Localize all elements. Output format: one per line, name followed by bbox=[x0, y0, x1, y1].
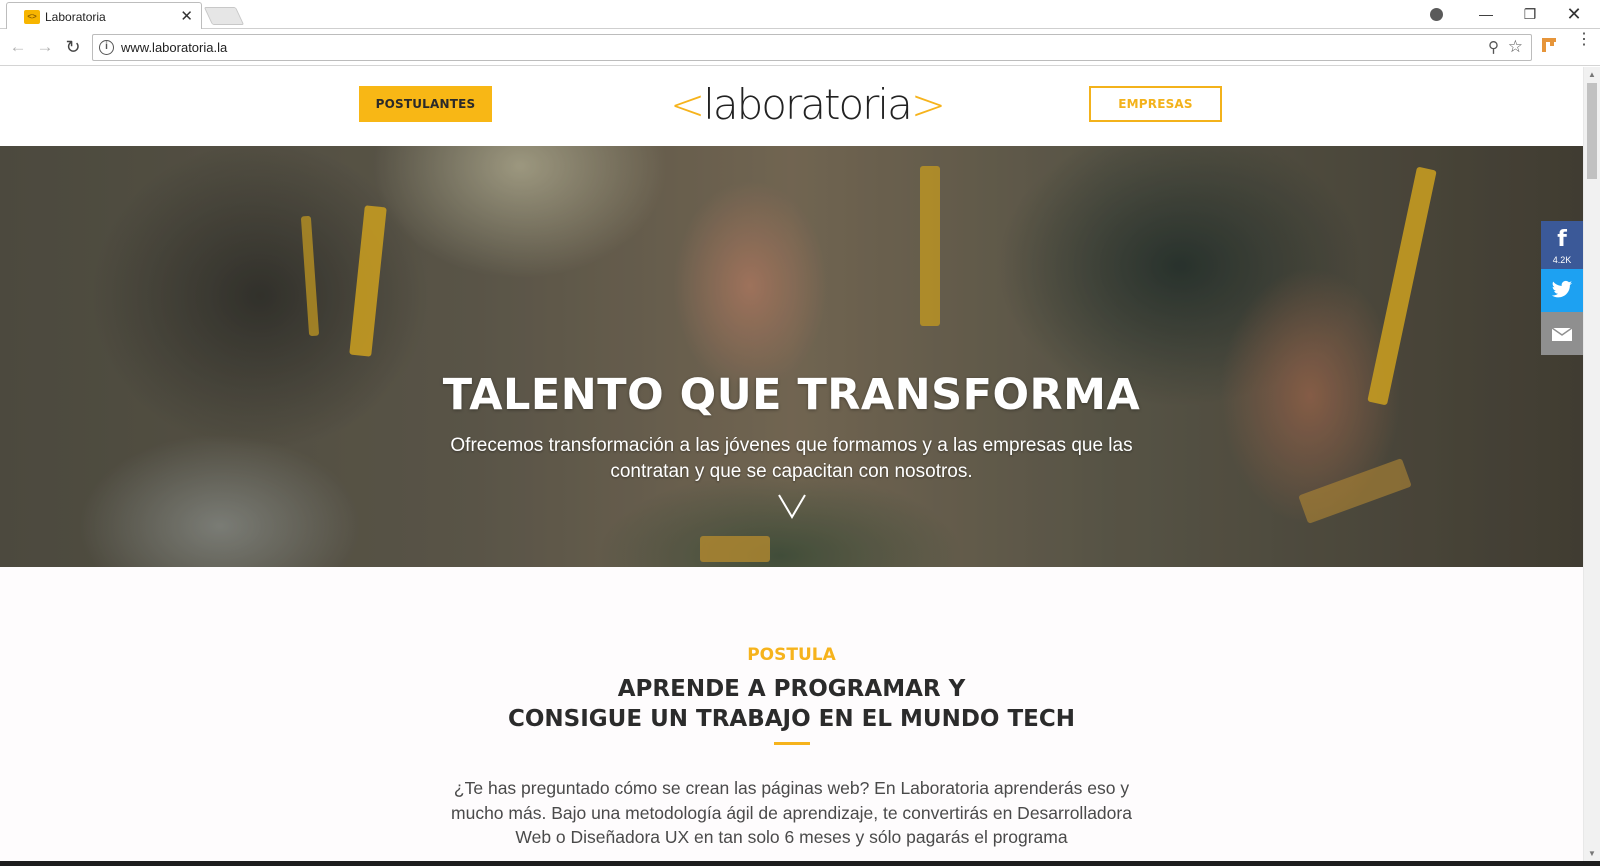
tab-title: Laboratoria bbox=[45, 10, 106, 24]
close-window-button[interactable]: ✕ bbox=[1552, 2, 1596, 26]
twitter-bird-icon bbox=[1551, 280, 1573, 298]
logo-bracket-close: > bbox=[910, 80, 946, 129]
profile-icon bbox=[1429, 8, 1443, 21]
restore-button[interactable]: ❐ bbox=[1508, 2, 1552, 26]
logo-bracket-open: < bbox=[670, 80, 705, 129]
hero-subtitle: Ofrecemos transformación a las jóvenes q… bbox=[450, 435, 1133, 482]
envelope-icon bbox=[1551, 327, 1573, 341]
tab-strip: <> Laboratoria ✕ — ❐ ✕ bbox=[0, 0, 1600, 30]
section-kicker: POSTULA bbox=[747, 645, 836, 665]
twitter-share-button[interactable] bbox=[1541, 269, 1583, 312]
new-tab-button[interactable] bbox=[203, 7, 245, 25]
accent-divider bbox=[774, 742, 810, 745]
facebook-icon: f bbox=[1557, 227, 1567, 252]
email-share-button[interactable] bbox=[1541, 312, 1583, 355]
back-button[interactable]: ← bbox=[6, 35, 30, 59]
extension-icon[interactable] bbox=[1542, 38, 1558, 54]
bookmark-star-icon[interactable]: ☆ bbox=[1508, 37, 1523, 57]
scroll-down-icon[interactable]: ▼ bbox=[1588, 849, 1596, 858]
facebook-share-count: 4.2K bbox=[1552, 255, 1572, 265]
headline-line-1: APRENDE A PROGRAMAR Y bbox=[617, 676, 966, 702]
page-viewport: POSTULANTES <laboratoria> EMPRESAS TALEN… bbox=[0, 67, 1583, 861]
os-taskbar bbox=[0, 861, 1600, 866]
postulantes-button[interactable]: POSTULANTES bbox=[359, 86, 492, 122]
url-text[interactable]: www.laboratoria.la bbox=[121, 40, 227, 55]
logo-text: laboratoria bbox=[703, 80, 913, 129]
scroll-up-icon[interactable]: ▲ bbox=[1588, 70, 1596, 79]
tab-close-icon[interactable]: ✕ bbox=[180, 7, 193, 25]
section-headline: APRENDE A PROGRAMAR Y CONSIGUE UN TRABAJ… bbox=[0, 674, 1583, 734]
browser-tab[interactable]: <> Laboratoria ✕ bbox=[6, 2, 202, 30]
empresas-button[interactable]: EMPRESAS bbox=[1089, 86, 1222, 122]
hero-title: TALENTO QUE TRANSFORMA bbox=[442, 370, 1141, 420]
site-info-icon[interactable]: i bbox=[99, 40, 114, 55]
laboratoria-favicon-icon: <> bbox=[24, 10, 40, 24]
facebook-share-button[interactable]: f 4.2K bbox=[1541, 221, 1583, 269]
section-body: ¿Te has preguntado cómo se crean las pág… bbox=[451, 778, 1132, 847]
laboratoria-logo[interactable]: <laboratoria> bbox=[670, 80, 946, 130]
scroll-thumb[interactable] bbox=[1587, 83, 1597, 179]
browser-menu-icon[interactable]: ⋮ bbox=[1574, 32, 1594, 48]
zoom-icon[interactable]: ⚲ bbox=[1488, 38, 1499, 56]
chevron-down-icon[interactable] bbox=[775, 491, 809, 521]
page-scrollbar[interactable]: ▲ ▼ bbox=[1583, 67, 1600, 861]
profile-button[interactable] bbox=[1414, 2, 1458, 26]
address-bar[interactable]: i www.laboratoria.la ⚲ ☆ bbox=[92, 34, 1532, 61]
headline-line-2: CONSIGUE UN TRABAJO EN EL MUNDO TECH bbox=[508, 706, 1075, 732]
browser-toolbar: ← → ↻ i www.laboratoria.la ⚲ ☆ ⋮ bbox=[0, 29, 1600, 66]
forward-button[interactable]: → bbox=[33, 35, 57, 59]
hero-banner: TALENTO QUE TRANSFORMA Ofrecemos transfo… bbox=[0, 146, 1583, 567]
site-header: POSTULANTES <laboratoria> EMPRESAS bbox=[0, 67, 1583, 146]
minimize-button[interactable]: — bbox=[1464, 2, 1508, 26]
reload-button[interactable]: ↻ bbox=[61, 35, 85, 59]
